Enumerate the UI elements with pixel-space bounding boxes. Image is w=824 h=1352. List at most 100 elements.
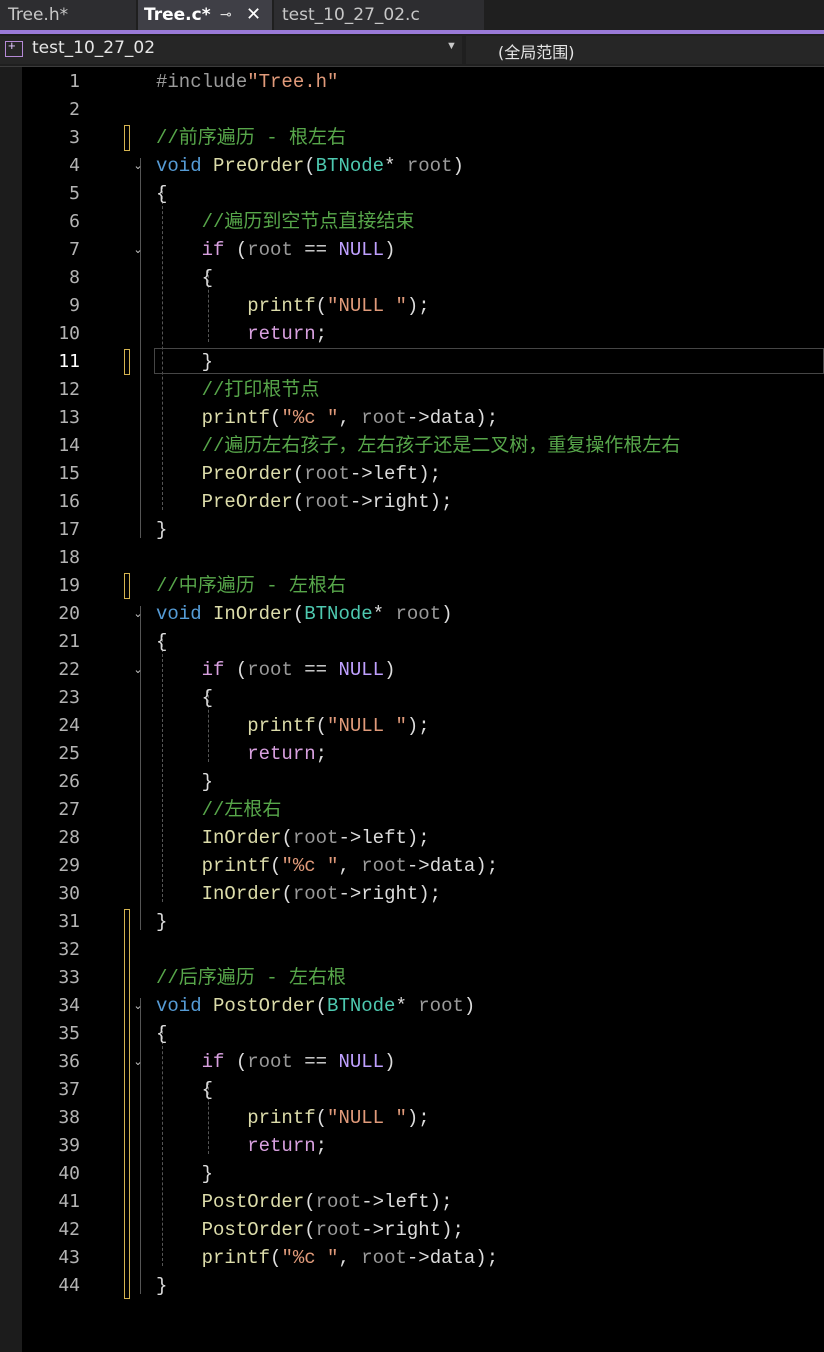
code-line[interactable]: 43 printf("%c ", root->data); bbox=[0, 1244, 824, 1272]
code-line[interactable]: 23 { bbox=[0, 684, 824, 712]
code-token: root bbox=[292, 827, 339, 849]
code-line[interactable]: 1 #include"Tree.h" bbox=[0, 68, 824, 96]
code-line[interactable]: 24 printf("NULL "); bbox=[0, 712, 824, 740]
line-number: 7 bbox=[69, 239, 80, 260]
code-line[interactable]: 29 printf("%c ", root->data); bbox=[0, 852, 824, 880]
code-line[interactable]: 15 PreOrder(root->left); bbox=[0, 460, 824, 488]
line-number: 24 bbox=[58, 715, 80, 736]
code-line[interactable]: 38 printf("NULL "); bbox=[0, 1104, 824, 1132]
fold-chevron-icon[interactable]: ⌄ bbox=[132, 152, 144, 180]
code-token: ); bbox=[418, 883, 442, 905]
code-text: //前序遍历 - 根左右 bbox=[156, 124, 346, 152]
code-token: root bbox=[361, 1247, 407, 1269]
line-number: 44 bbox=[58, 1275, 80, 1296]
code-line[interactable]: 31} bbox=[0, 908, 824, 936]
code-line[interactable]: 22 ⌄ if (root == NULL) bbox=[0, 656, 824, 684]
line-number: 27 bbox=[58, 799, 80, 820]
fold-chevron-icon[interactable]: ⌄ bbox=[132, 656, 144, 684]
code-line[interactable]: 14 //遍历左右孩子，左右孩子还是二叉树，重复操作根左右 bbox=[0, 432, 824, 460]
code-token: } bbox=[156, 1275, 168, 1297]
code-line[interactable]: 2 bbox=[0, 96, 824, 124]
code-token: ); bbox=[475, 407, 499, 429]
code-line[interactable]: 19 //中序遍历 - 左根右 bbox=[0, 572, 824, 600]
code-line[interactable]: 21 { bbox=[0, 628, 824, 656]
tab-tree-h[interactable]: Tree.h* bbox=[0, 0, 136, 30]
code-token: { bbox=[156, 183, 168, 205]
code-line[interactable]: 35 { bbox=[0, 1020, 824, 1048]
code-line[interactable]: 11 } bbox=[0, 348, 824, 376]
code-token: -> bbox=[361, 1191, 385, 1213]
code-token: left bbox=[361, 827, 407, 849]
chevron-down-icon[interactable]: ▼ bbox=[446, 40, 457, 52]
code-token: BTNode bbox=[327, 995, 396, 1017]
code-line[interactable]: 4 ⌄ void PreOrder(BTNode* root) bbox=[0, 152, 824, 180]
scope-dropdown[interactable]: (全局范围) bbox=[466, 36, 824, 64]
tab-label: Tree.c* bbox=[144, 5, 211, 25]
code-line[interactable]: 28 InOrder(root->left); bbox=[0, 824, 824, 852]
code-line[interactable]: 6 //遍历到空节点直接结束 bbox=[0, 208, 824, 236]
tab-tree-c[interactable]: Tree.c* ⊸ ✕ bbox=[138, 0, 272, 30]
code-line[interactable]: 36 ⌄ if (root == NULL) bbox=[0, 1048, 824, 1076]
code-line[interactable]: 7 ⌄ if (root == NULL) bbox=[0, 236, 824, 264]
close-icon[interactable]: ✕ bbox=[246, 0, 261, 30]
code-token: root bbox=[361, 407, 407, 429]
line-number: 6 bbox=[69, 211, 80, 232]
code-text: void PreOrder(BTNode* root) bbox=[156, 152, 464, 180]
code-line[interactable]: 16 PreOrder(root->right); bbox=[0, 488, 824, 516]
code-line[interactable]: 37 { bbox=[0, 1076, 824, 1104]
code-token: root bbox=[315, 1219, 362, 1241]
code-token: root bbox=[395, 603, 442, 625]
fold-chevron-icon[interactable]: ⌄ bbox=[132, 236, 144, 264]
line-number: 15 bbox=[58, 463, 80, 484]
code-token: InOrder bbox=[201, 883, 282, 905]
fold-chevron-icon[interactable]: ⌄ bbox=[132, 992, 144, 1020]
code-line[interactable]: 3 //前序遍历 - 根左右 bbox=[0, 124, 824, 152]
code-text: //遍历左右孩子，左右孩子还是二叉树，重复操作根左右 bbox=[156, 432, 681, 460]
code-line[interactable]: 20 ⌄ void InOrder(BTNode* root) bbox=[0, 600, 824, 628]
code-token: ( bbox=[315, 1107, 328, 1129]
code-line[interactable]: 39 return; bbox=[0, 1132, 824, 1160]
code-text: if (root == NULL) bbox=[156, 656, 396, 684]
code-line[interactable]: 8 { bbox=[0, 264, 824, 292]
code-line[interactable]: 30 InOrder(root->right); bbox=[0, 880, 824, 908]
code-line[interactable]: 10 return; bbox=[0, 320, 824, 348]
code-line[interactable]: 13 printf("%c ", root->data); bbox=[0, 404, 824, 432]
tab-test-c[interactable]: test_10_27_02.c bbox=[274, 0, 484, 30]
code-line[interactable]: 32 bbox=[0, 936, 824, 964]
code-token: void bbox=[156, 155, 202, 177]
code-line[interactable]: 18 bbox=[0, 544, 824, 572]
line-number: 42 bbox=[58, 1219, 80, 1240]
code-line[interactable]: 9 printf("NULL "); bbox=[0, 292, 824, 320]
code-line[interactable]: 41 PostOrder(root->left); bbox=[0, 1188, 824, 1216]
code-line[interactable]: 27 //左根右 bbox=[0, 796, 824, 824]
code-token: void bbox=[156, 603, 202, 625]
code-token: root bbox=[292, 883, 339, 905]
code-line[interactable]: 26 } bbox=[0, 768, 824, 796]
code-editor[interactable]: 1 #include"Tree.h" 2 3//前序遍历 - 根左右 4 ⌄ void Pr… bbox=[0, 67, 824, 1352]
line-number: 3 bbox=[69, 127, 80, 148]
code-line[interactable]: 40 } bbox=[0, 1160, 824, 1188]
code-line[interactable]: 42 PostOrder(root->right); bbox=[0, 1216, 824, 1244]
code-line[interactable]: 33 //后序遍历 - 左右根 bbox=[0, 964, 824, 992]
code-token: PostOrder bbox=[201, 1191, 305, 1213]
code-line[interactable]: 34 ⌄ void PostOrder(BTNode* root) bbox=[0, 992, 824, 1020]
code-token: ( bbox=[304, 1219, 316, 1241]
code-line[interactable]: 17} bbox=[0, 516, 824, 544]
code-line[interactable]: 5{ bbox=[0, 180, 824, 208]
code-line[interactable]: 12 //打印根节点 bbox=[0, 376, 824, 404]
code-token: if bbox=[201, 239, 225, 261]
fold-chevron-icon[interactable]: ⌄ bbox=[132, 600, 144, 628]
line-number: 5 bbox=[69, 183, 80, 204]
line-number: 16 bbox=[58, 491, 80, 512]
code-line[interactable]: 44} bbox=[0, 1272, 824, 1300]
code-token: left bbox=[384, 1191, 430, 1213]
code-line[interactable]: 25 return; bbox=[0, 740, 824, 768]
pin-icon[interactable]: ⊸ bbox=[220, 0, 232, 30]
fold-chevron-icon[interactable]: ⌄ bbox=[132, 1048, 144, 1076]
code-token: ); bbox=[475, 855, 499, 877]
project-dropdown[interactable]: test_10_27_02 ▼ bbox=[0, 36, 462, 64]
